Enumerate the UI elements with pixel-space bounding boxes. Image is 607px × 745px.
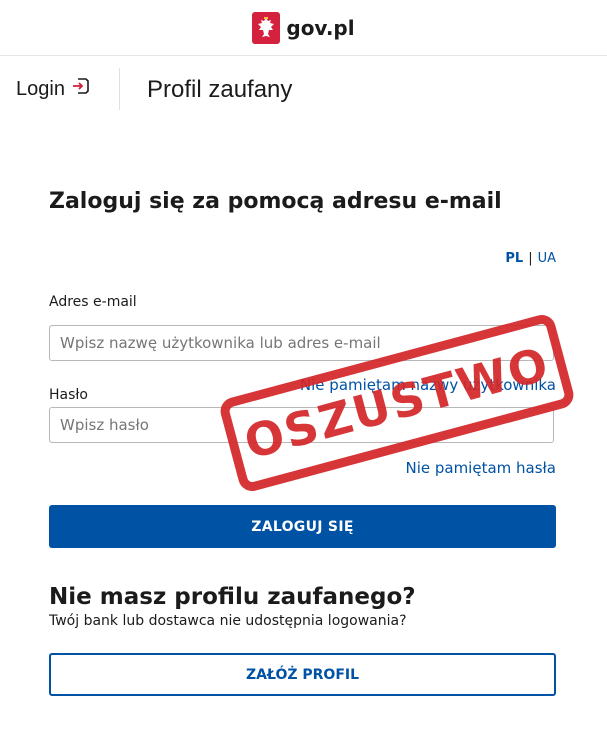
forgot-password-link[interactable]: Nie pamiętam hasła [405, 459, 556, 477]
login-link[interactable]: Login [16, 76, 91, 102]
header-divider [119, 68, 120, 110]
login-arrow-icon [71, 76, 91, 102]
polish-eagle-emblem-icon [252, 11, 281, 44]
language-switch: PL | UA [505, 251, 556, 266]
create-profile-button[interactable]: ZAŁÓŻ PROFIL [49, 653, 556, 696]
email-label: Adres e-mail [49, 294, 137, 310]
subheader: Login Profil zaufany [0, 56, 607, 121]
gov-brand-text: gov.pl [286, 15, 355, 40]
lang-pl-link[interactable]: PL [505, 251, 523, 266]
login-submit-button[interactable]: ZALOGUJ SIĘ [49, 505, 556, 548]
register-subtext: Twój bank lub dostawca nie udostępnia lo… [49, 613, 407, 629]
lang-ua-link[interactable]: UA [538, 251, 556, 266]
login-heading: Zaloguj się za pomocą adresu e-mail [49, 189, 502, 214]
login-label: Login [16, 77, 65, 100]
page: gov.pl Login Profil zaufany Zaloguj się … [0, 0, 607, 745]
register-heading: Nie masz profilu zaufanego? [49, 584, 416, 610]
password-label: Hasło [49, 387, 88, 403]
gov-logo-link[interactable]: gov.pl [252, 11, 355, 44]
top-bar: gov.pl [0, 0, 607, 56]
lang-separator: | [528, 251, 533, 266]
service-name: Profil zaufany [147, 76, 293, 103]
